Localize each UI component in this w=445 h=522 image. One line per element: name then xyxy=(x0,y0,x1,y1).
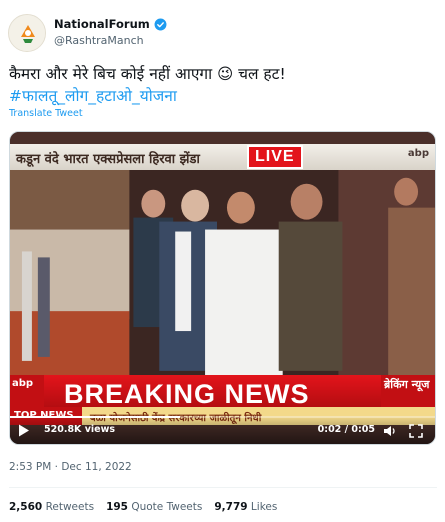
tweet-body: कैमरा और मेरे बिच कोई नहीं आएगा 😉 चल हट! xyxy=(9,65,286,83)
volume-icon[interactable] xyxy=(383,424,397,438)
video-progress-bar[interactable] xyxy=(10,416,435,418)
quote-tweets-stat[interactable]: 195 Quote Tweets xyxy=(106,501,202,513)
likes-stat[interactable]: 9,779 Likes xyxy=(214,501,277,513)
channel-tag-left: abp xyxy=(10,375,44,407)
hashtag-link[interactable]: #फालतू_लोग_हटाओ_योजना xyxy=(9,85,437,107)
verified-badge-icon xyxy=(154,18,167,30)
breaking-news-tag-right: ब्रेकिंग न्यूज xyxy=(381,375,435,407)
quote-tweets-count: 195 xyxy=(106,501,128,513)
likes-label: Likes xyxy=(250,501,278,513)
quote-tweets-label: Quote Tweets xyxy=(131,501,203,513)
tweet-stats: 2,560 Retweets 195 Quote Tweets 9,779 Li… xyxy=(9,501,277,513)
fullscreen-icon[interactable] xyxy=(409,424,423,438)
tweet-header: NationalForum @RashtraManch xyxy=(8,14,438,56)
video-time: 0:02 / 0:05 xyxy=(317,424,375,435)
likes-count: 9,779 xyxy=(214,501,248,513)
breaking-news-text: BREAKING NEWS xyxy=(64,379,310,409)
divider xyxy=(9,487,437,488)
top-ticker-text: कडून वंदे भारत एक्सप्रेसला हिरवा झेंडा xyxy=(16,152,200,167)
display-name[interactable]: NationalForum xyxy=(54,17,150,31)
retweets-count: 2,560 xyxy=(9,501,43,513)
channel-logo: abp xyxy=(407,148,429,159)
view-count: 520.8K views xyxy=(44,424,116,435)
tweet-text: कैमरा और मेरे बिच कोई नहीं आएगा 😉 चल हट!… xyxy=(9,63,437,107)
retweets-label: Retweets xyxy=(45,501,95,513)
account-handle[interactable]: @RashtraManch xyxy=(54,34,144,47)
live-badge: LIVE xyxy=(247,145,303,169)
video-player[interactable]: कडून वंदे भारत एक्सप्रेसला हिरवा झेंडा L… xyxy=(9,131,436,445)
retweets-stat[interactable]: 2,560 Retweets xyxy=(9,501,94,513)
translate-tweet-link[interactable]: Translate Tweet xyxy=(9,108,83,119)
avatar[interactable] xyxy=(8,14,46,52)
video-progress-fill xyxy=(10,416,180,418)
tweet-timestamp[interactable]: 2:53 PM · Dec 11, 2022 xyxy=(9,461,132,473)
play-icon[interactable] xyxy=(18,424,30,437)
